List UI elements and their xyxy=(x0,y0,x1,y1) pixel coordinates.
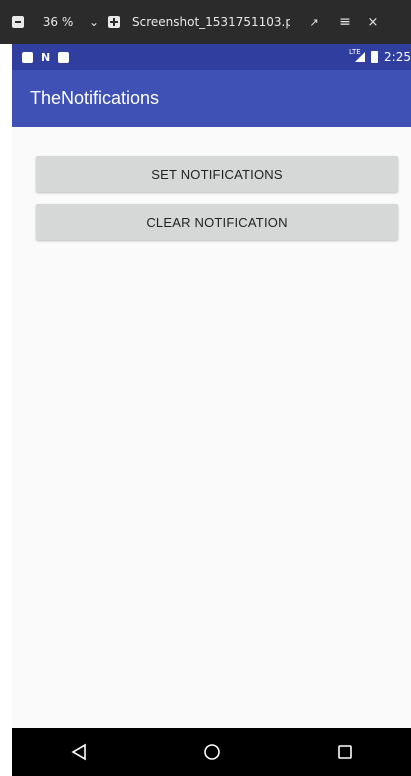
expand-icon[interactable]: ↗ xyxy=(298,16,330,29)
set-notifications-button[interactable]: SET NOTIFICATIONS xyxy=(36,156,398,192)
hamburger-icon[interactable]: ≡ xyxy=(330,14,360,30)
battery-icon xyxy=(371,51,379,63)
network-type: LTE xyxy=(349,48,361,56)
chevron-down-icon[interactable]: ⌄ xyxy=(80,15,108,29)
n-icon: N xyxy=(41,50,51,64)
menu-icon[interactable] xyxy=(12,16,24,28)
new-icon[interactable] xyxy=(108,16,120,28)
app-title: TheNotifications xyxy=(30,88,160,108)
status-time: 2:25 xyxy=(384,50,411,64)
image-viewer-toolbar: 36 % ⌄ Screenshot_1531751103.p... ↗ ≡ × xyxy=(0,0,411,44)
app-bar: TheNotifications xyxy=(12,70,411,127)
home-icon[interactable] xyxy=(192,732,232,772)
status-bar: N LTE 2:25 xyxy=(12,44,411,70)
back-icon[interactable] xyxy=(59,732,99,772)
android-screen: N LTE 2:25 TheNotifications SET NOTIFICA… xyxy=(12,44,411,776)
sd-card-icon xyxy=(22,51,33,63)
clear-notification-button[interactable]: CLEAR NOTIFICATION xyxy=(36,204,398,240)
recents-icon[interactable] xyxy=(325,732,365,772)
signal-icon: LTE xyxy=(349,48,366,62)
navigation-bar xyxy=(12,728,411,776)
zoom-level[interactable]: 36 % xyxy=(36,15,80,29)
close-icon[interactable]: × xyxy=(360,15,386,30)
file-title: Screenshot_1531751103.p... xyxy=(132,15,290,29)
android-icon xyxy=(58,51,70,63)
